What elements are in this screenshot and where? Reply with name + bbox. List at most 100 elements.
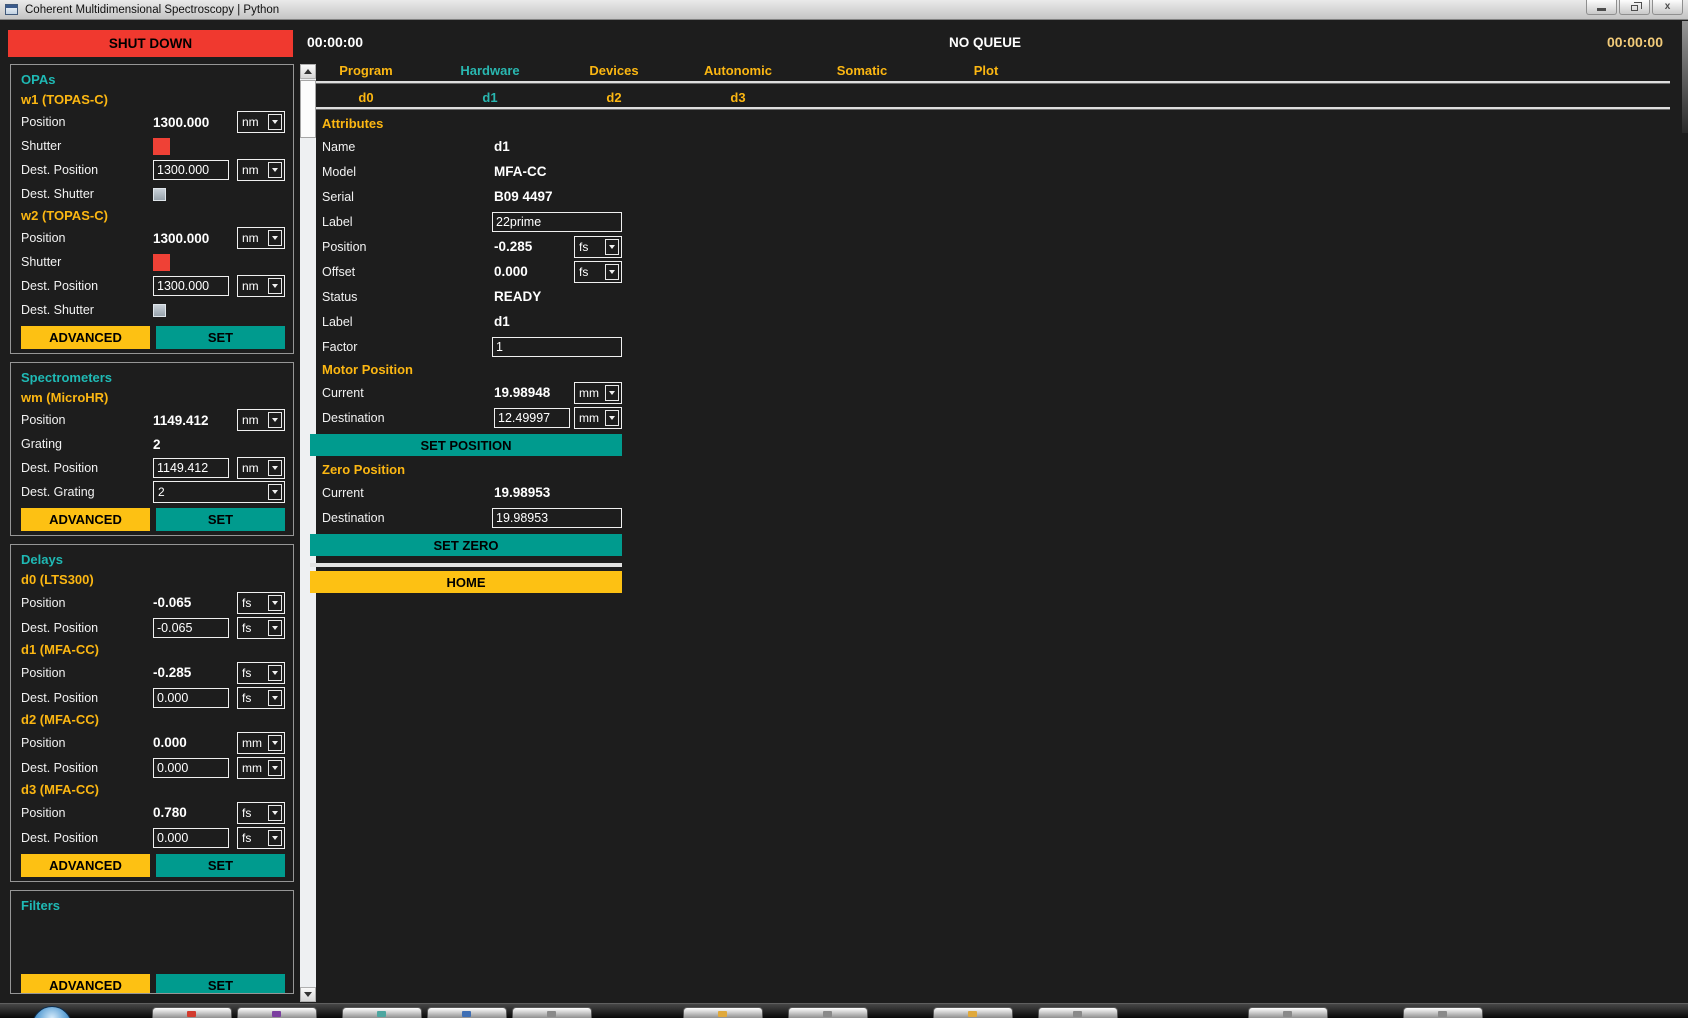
group-title-w2: w2 (TOPAS-C) (21, 206, 285, 226)
factor-input[interactable] (492, 337, 622, 357)
device-tab-underline (312, 107, 1670, 109)
zero-position-header: Zero Position (310, 459, 622, 480)
shutdown-button[interactable]: SHUT DOWN (8, 30, 293, 57)
tab-somatic[interactable]: Somatic (800, 61, 924, 80)
dest-grating-select[interactable]: 2 (153, 481, 285, 503)
unit-select[interactable]: fs (237, 802, 285, 824)
taskbar-app-button[interactable] (237, 1007, 317, 1018)
chevron-down-icon (268, 278, 282, 294)
taskbar-app-button[interactable] (1248, 1007, 1328, 1018)
scroll-down-button[interactable] (300, 987, 316, 1002)
row-label: Current (322, 486, 494, 500)
tab-plot[interactable]: Plot (924, 61, 1048, 80)
advanced-button[interactable]: ADVANCED (21, 508, 150, 531)
restore-icon (1631, 5, 1638, 11)
set-button[interactable]: SET (156, 854, 285, 877)
tab-program[interactable]: Program (304, 61, 428, 80)
set-button[interactable]: SET (156, 326, 285, 349)
unit-select-value: nm (238, 232, 268, 244)
motor-current-value: 19.98948 (494, 385, 550, 400)
unit-select-value: fs (238, 807, 268, 819)
row-w2-dest-position: Dest. Position nm (21, 274, 285, 298)
zero-destination-input[interactable] (492, 508, 622, 528)
unit-select[interactable]: fs (237, 592, 285, 614)
app-icon (5, 4, 18, 15)
taskbar-app-button[interactable] (683, 1007, 763, 1018)
home-button[interactable]: HOME (310, 571, 622, 593)
close-button[interactable]: x (1652, 0, 1683, 15)
start-orb-icon[interactable] (32, 1006, 72, 1018)
set-button[interactable]: SET (156, 974, 285, 994)
taskbar-app-button[interactable] (152, 1007, 232, 1018)
dest-position-input[interactable] (153, 276, 229, 296)
tab-hardware[interactable]: Hardware (428, 61, 552, 80)
set-zero-button[interactable]: SET ZERO (310, 534, 622, 556)
unit-select[interactable]: nm (237, 275, 285, 297)
row-w2-shutter: Shutter (21, 250, 285, 274)
motor-destination-input[interactable] (494, 408, 570, 428)
set-button[interactable]: SET (156, 508, 285, 531)
unit-select[interactable]: mm (574, 407, 622, 429)
tab-d0[interactable]: d0 (304, 88, 428, 107)
chevron-down-icon (268, 805, 282, 821)
chevron-down-icon (268, 114, 282, 130)
unit-select[interactable]: fs (237, 687, 285, 709)
advanced-button[interactable]: ADVANCED (21, 974, 150, 994)
offset-value: 0.000 (494, 264, 528, 279)
minimize-icon (1597, 8, 1606, 11)
tab-devices[interactable]: Devices (552, 61, 676, 80)
unit-select[interactable]: nm (237, 159, 285, 181)
chevron-down-icon (268, 230, 282, 246)
row-label: Offset (322, 265, 494, 279)
unit-select[interactable]: fs (237, 617, 285, 639)
unit-select[interactable]: fs (574, 236, 622, 258)
unit-select[interactable]: fs (574, 261, 622, 283)
taskbar-app-button[interactable] (1403, 1007, 1483, 1018)
tab-d3[interactable]: d3 (676, 88, 800, 107)
unit-select[interactable]: fs (237, 662, 285, 684)
tab-autonomic[interactable]: Autonomic (676, 61, 800, 80)
unit-select[interactable]: fs (237, 827, 285, 849)
dest-shutter-checkbox[interactable] (153, 188, 166, 201)
dest-position-input[interactable] (153, 458, 229, 478)
countdown-clock: 00:00:00 (1607, 34, 1663, 50)
unit-select[interactable]: nm (237, 227, 285, 249)
taskbar-app-button[interactable] (342, 1007, 422, 1018)
advanced-button[interactable]: ADVANCED (21, 326, 150, 349)
taskbar-app-button[interactable] (427, 1007, 507, 1018)
unit-select[interactable]: nm (237, 457, 285, 479)
position-value: 0.000 (153, 735, 187, 750)
dest-position-input[interactable] (153, 758, 229, 778)
taskbar-app-button[interactable] (512, 1007, 592, 1018)
advanced-button[interactable]: ADVANCED (21, 854, 150, 877)
minimize-button[interactable] (1586, 0, 1617, 15)
taskbar-app-button[interactable] (933, 1007, 1013, 1018)
restore-button[interactable] (1619, 0, 1650, 15)
label-input[interactable] (492, 212, 622, 232)
taskbar-app-button[interactable] (1038, 1007, 1118, 1018)
tab-d1[interactable]: d1 (428, 88, 552, 107)
chevron-down-icon (605, 239, 619, 255)
position-value: 1300.000 (153, 115, 209, 130)
tab-d2[interactable]: d2 (552, 88, 676, 107)
spectrometers-panel: Spectrometers wm (MicroHR) Position 1149… (10, 362, 294, 536)
row-label: Position (21, 596, 153, 610)
set-position-button[interactable]: SET POSITION (310, 434, 622, 456)
unit-select-value: fs (238, 622, 268, 634)
scroll-up-button[interactable] (300, 64, 316, 79)
chevron-down-icon (268, 665, 282, 681)
dest-position-input[interactable] (153, 618, 229, 638)
dest-shutter-checkbox[interactable] (153, 304, 166, 317)
unit-select[interactable]: mm (237, 732, 285, 754)
row-label: Dest. Position (21, 691, 153, 705)
dest-position-input[interactable] (153, 160, 229, 180)
unit-select-value: nm (238, 164, 268, 176)
unit-select[interactable]: mm (237, 757, 285, 779)
dest-position-input[interactable] (153, 688, 229, 708)
unit-select[interactable]: nm (237, 111, 285, 133)
unit-select[interactable]: mm (574, 382, 622, 404)
row-label: Position (21, 736, 153, 750)
taskbar-app-button[interactable] (788, 1007, 868, 1018)
dest-position-input[interactable] (153, 828, 229, 848)
unit-select[interactable]: nm (237, 409, 285, 431)
